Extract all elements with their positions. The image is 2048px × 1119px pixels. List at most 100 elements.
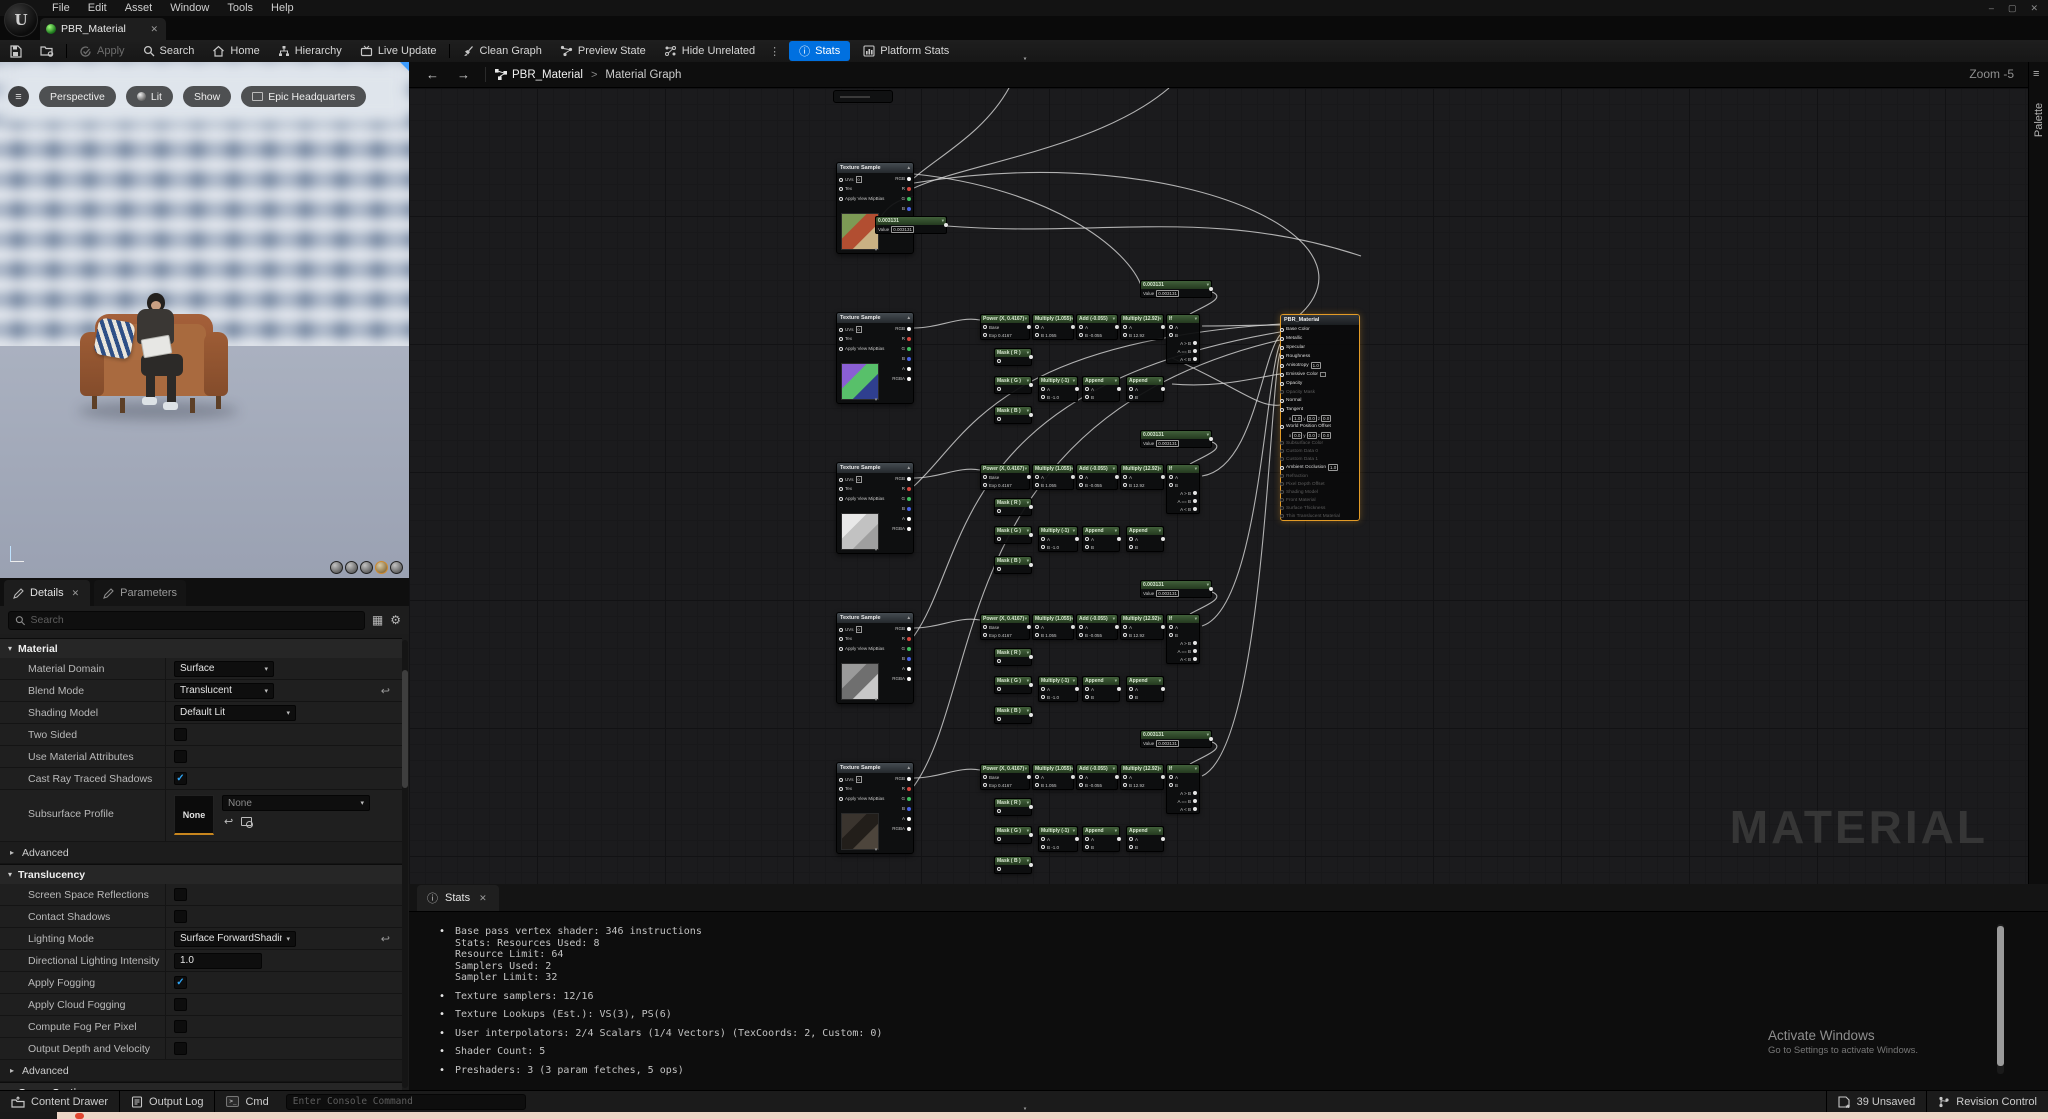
output-pin[interactable] — [1029, 805, 1033, 809]
input-pin[interactable] — [1129, 537, 1133, 541]
output-pin[interactable] — [1115, 325, 1119, 329]
save-button[interactable] — [0, 40, 31, 62]
math-node[interactable]: Mask ( B ) ▾ — [994, 406, 1033, 424]
input-pin[interactable] — [1280, 441, 1284, 445]
collapse-icon[interactable]: ▾ — [1113, 316, 1115, 322]
tab-stats[interactable]: ⓘ Stats ✕ — [417, 885, 499, 911]
output-pin[interactable] — [907, 816, 911, 821]
math-node[interactable]: Add (-0.055) ▾ A B -0.055 — [1076, 764, 1119, 790]
input-pin[interactable] — [1035, 475, 1039, 479]
menu-file[interactable]: File — [44, 2, 78, 14]
input-pin[interactable] — [1169, 775, 1173, 779]
input-pin[interactable] — [839, 627, 843, 632]
output-pin[interactable] — [907, 176, 911, 181]
input-pin[interactable] — [1035, 783, 1039, 787]
math-node[interactable]: Mask ( R ) ▾ — [994, 648, 1033, 666]
output-pin[interactable] — [944, 223, 948, 227]
output-pin[interactable] — [907, 646, 911, 651]
collapse-icon[interactable]: ▴ — [907, 765, 910, 771]
output-pin[interactable] — [1209, 737, 1213, 741]
expand-icon[interactable]: ▾ — [875, 697, 878, 703]
collapse-icon[interactable]: ▾ — [1195, 616, 1197, 622]
output-pin[interactable] — [907, 636, 911, 641]
math-node[interactable]: Mask ( B ) ▾ — [994, 556, 1033, 574]
output-pin[interactable] — [1209, 587, 1213, 591]
output-pin[interactable] — [1117, 837, 1121, 841]
input-pin[interactable] — [1129, 837, 1133, 841]
input-pin[interactable] — [1280, 354, 1284, 359]
input-pin[interactable] — [997, 717, 1001, 721]
output-pin[interactable] — [907, 516, 911, 521]
math-node[interactable]: Multiply (1.055) ▾ A B 1.055 — [1032, 614, 1075, 640]
unreal-logo-icon[interactable]: U — [4, 3, 38, 37]
checkbox[interactable] — [174, 728, 187, 741]
input-pin[interactable] — [1280, 363, 1284, 368]
maximize-icon[interactable]: ▢ — [2008, 3, 2017, 14]
output-pin[interactable] — [907, 676, 911, 681]
output-pin[interactable] — [1193, 641, 1197, 645]
collapse-icon[interactable]: ▴ — [907, 465, 910, 471]
output-pin[interactable] — [1075, 387, 1079, 391]
output-pin[interactable] — [907, 776, 911, 781]
dropdown[interactable]: Surface ▾ — [174, 660, 274, 677]
platform-stats-button[interactable]: Platform Stats — [854, 40, 958, 62]
tab-pbr-material[interactable]: PBR_Material ✕ — [40, 18, 166, 40]
math-node[interactable]: Mask ( G ) ▾ — [994, 676, 1033, 694]
collapse-icon[interactable]: ▾ — [1159, 378, 1161, 384]
collapse-icon[interactable]: ▾ — [1159, 678, 1161, 684]
collapse-icon[interactable]: ▾ — [1115, 378, 1117, 384]
input-pin[interactable] — [1041, 537, 1045, 541]
math-node[interactable]: If ▾ A B A > B A == B A < B — [1166, 464, 1200, 514]
console-command-input[interactable] — [292, 1096, 519, 1107]
material-output-node[interactable]: PBR_Material Base Color Metallic Specular Ro… — [1280, 314, 1360, 521]
advanced-row[interactable]: ▸ Advanced — [0, 842, 402, 864]
input-pin[interactable] — [839, 786, 843, 791]
output-pin[interactable] — [1115, 625, 1119, 629]
input-pin[interactable] — [1280, 498, 1284, 502]
input-pin[interactable] — [1280, 381, 1284, 386]
output-pin[interactable] — [907, 486, 911, 491]
checkbox[interactable] — [174, 998, 187, 1011]
output-pin[interactable] — [1027, 325, 1031, 329]
output-pin[interactable] — [907, 796, 911, 801]
math-node[interactable]: Append ▾ A B — [1126, 526, 1165, 552]
input-pin[interactable] — [1129, 845, 1133, 849]
output-pin[interactable] — [907, 786, 911, 791]
output-pin[interactable] — [1117, 387, 1121, 391]
collapse-icon[interactable]: ▾ — [1073, 678, 1075, 684]
math-node[interactable]: Append ▾ A B — [1082, 826, 1121, 852]
output-pin[interactable] — [1027, 775, 1031, 779]
input-pin[interactable] — [1085, 545, 1089, 549]
input-pin[interactable] — [1079, 475, 1083, 479]
section-header[interactable]: ▾Group Sorting — [0, 1082, 402, 1090]
output-pin[interactable] — [1027, 475, 1031, 479]
hierarchy-button[interactable]: Hierarchy ▾ — [269, 40, 1026, 62]
input-pin[interactable] — [1169, 483, 1173, 487]
browse-icon[interactable] — [241, 817, 254, 828]
input-pin[interactable] — [997, 837, 1001, 841]
output-pin[interactable] — [1071, 775, 1075, 779]
minimize-icon[interactable]: – — [1989, 3, 1994, 13]
revision-control-button[interactable]: Revision Control ▾ — [1024, 1091, 2048, 1113]
output-pin[interactable] — [1117, 537, 1121, 541]
input-pin[interactable] — [1079, 775, 1083, 779]
output-pin[interactable] — [1193, 499, 1197, 503]
input-pin[interactable] — [1280, 490, 1284, 494]
input-pin[interactable] — [839, 796, 843, 801]
input-pin[interactable] — [839, 486, 843, 491]
input-pin[interactable] — [1035, 333, 1039, 337]
show-button[interactable]: Show — [182, 86, 232, 107]
input-pin[interactable] — [1123, 483, 1127, 487]
stats-button[interactable]: ⓘ Stats — [789, 41, 851, 61]
input-pin[interactable] — [1079, 783, 1083, 787]
math-node[interactable]: Multiply (12.92) ▾ A B 12.92 — [1120, 314, 1165, 340]
input-pin[interactable] — [997, 509, 1001, 513]
input-pin[interactable] — [1280, 514, 1284, 518]
output-pin[interactable] — [1029, 713, 1033, 717]
input-pin[interactable] — [1041, 545, 1045, 549]
math-node[interactable]: Append ▾ A B — [1082, 526, 1121, 552]
math-node[interactable]: Mask ( B ) ▾ — [994, 856, 1033, 874]
number-input[interactable]: 1.0 — [174, 952, 262, 969]
output-pin[interactable] — [1071, 475, 1075, 479]
output-pin[interactable] — [907, 526, 911, 531]
